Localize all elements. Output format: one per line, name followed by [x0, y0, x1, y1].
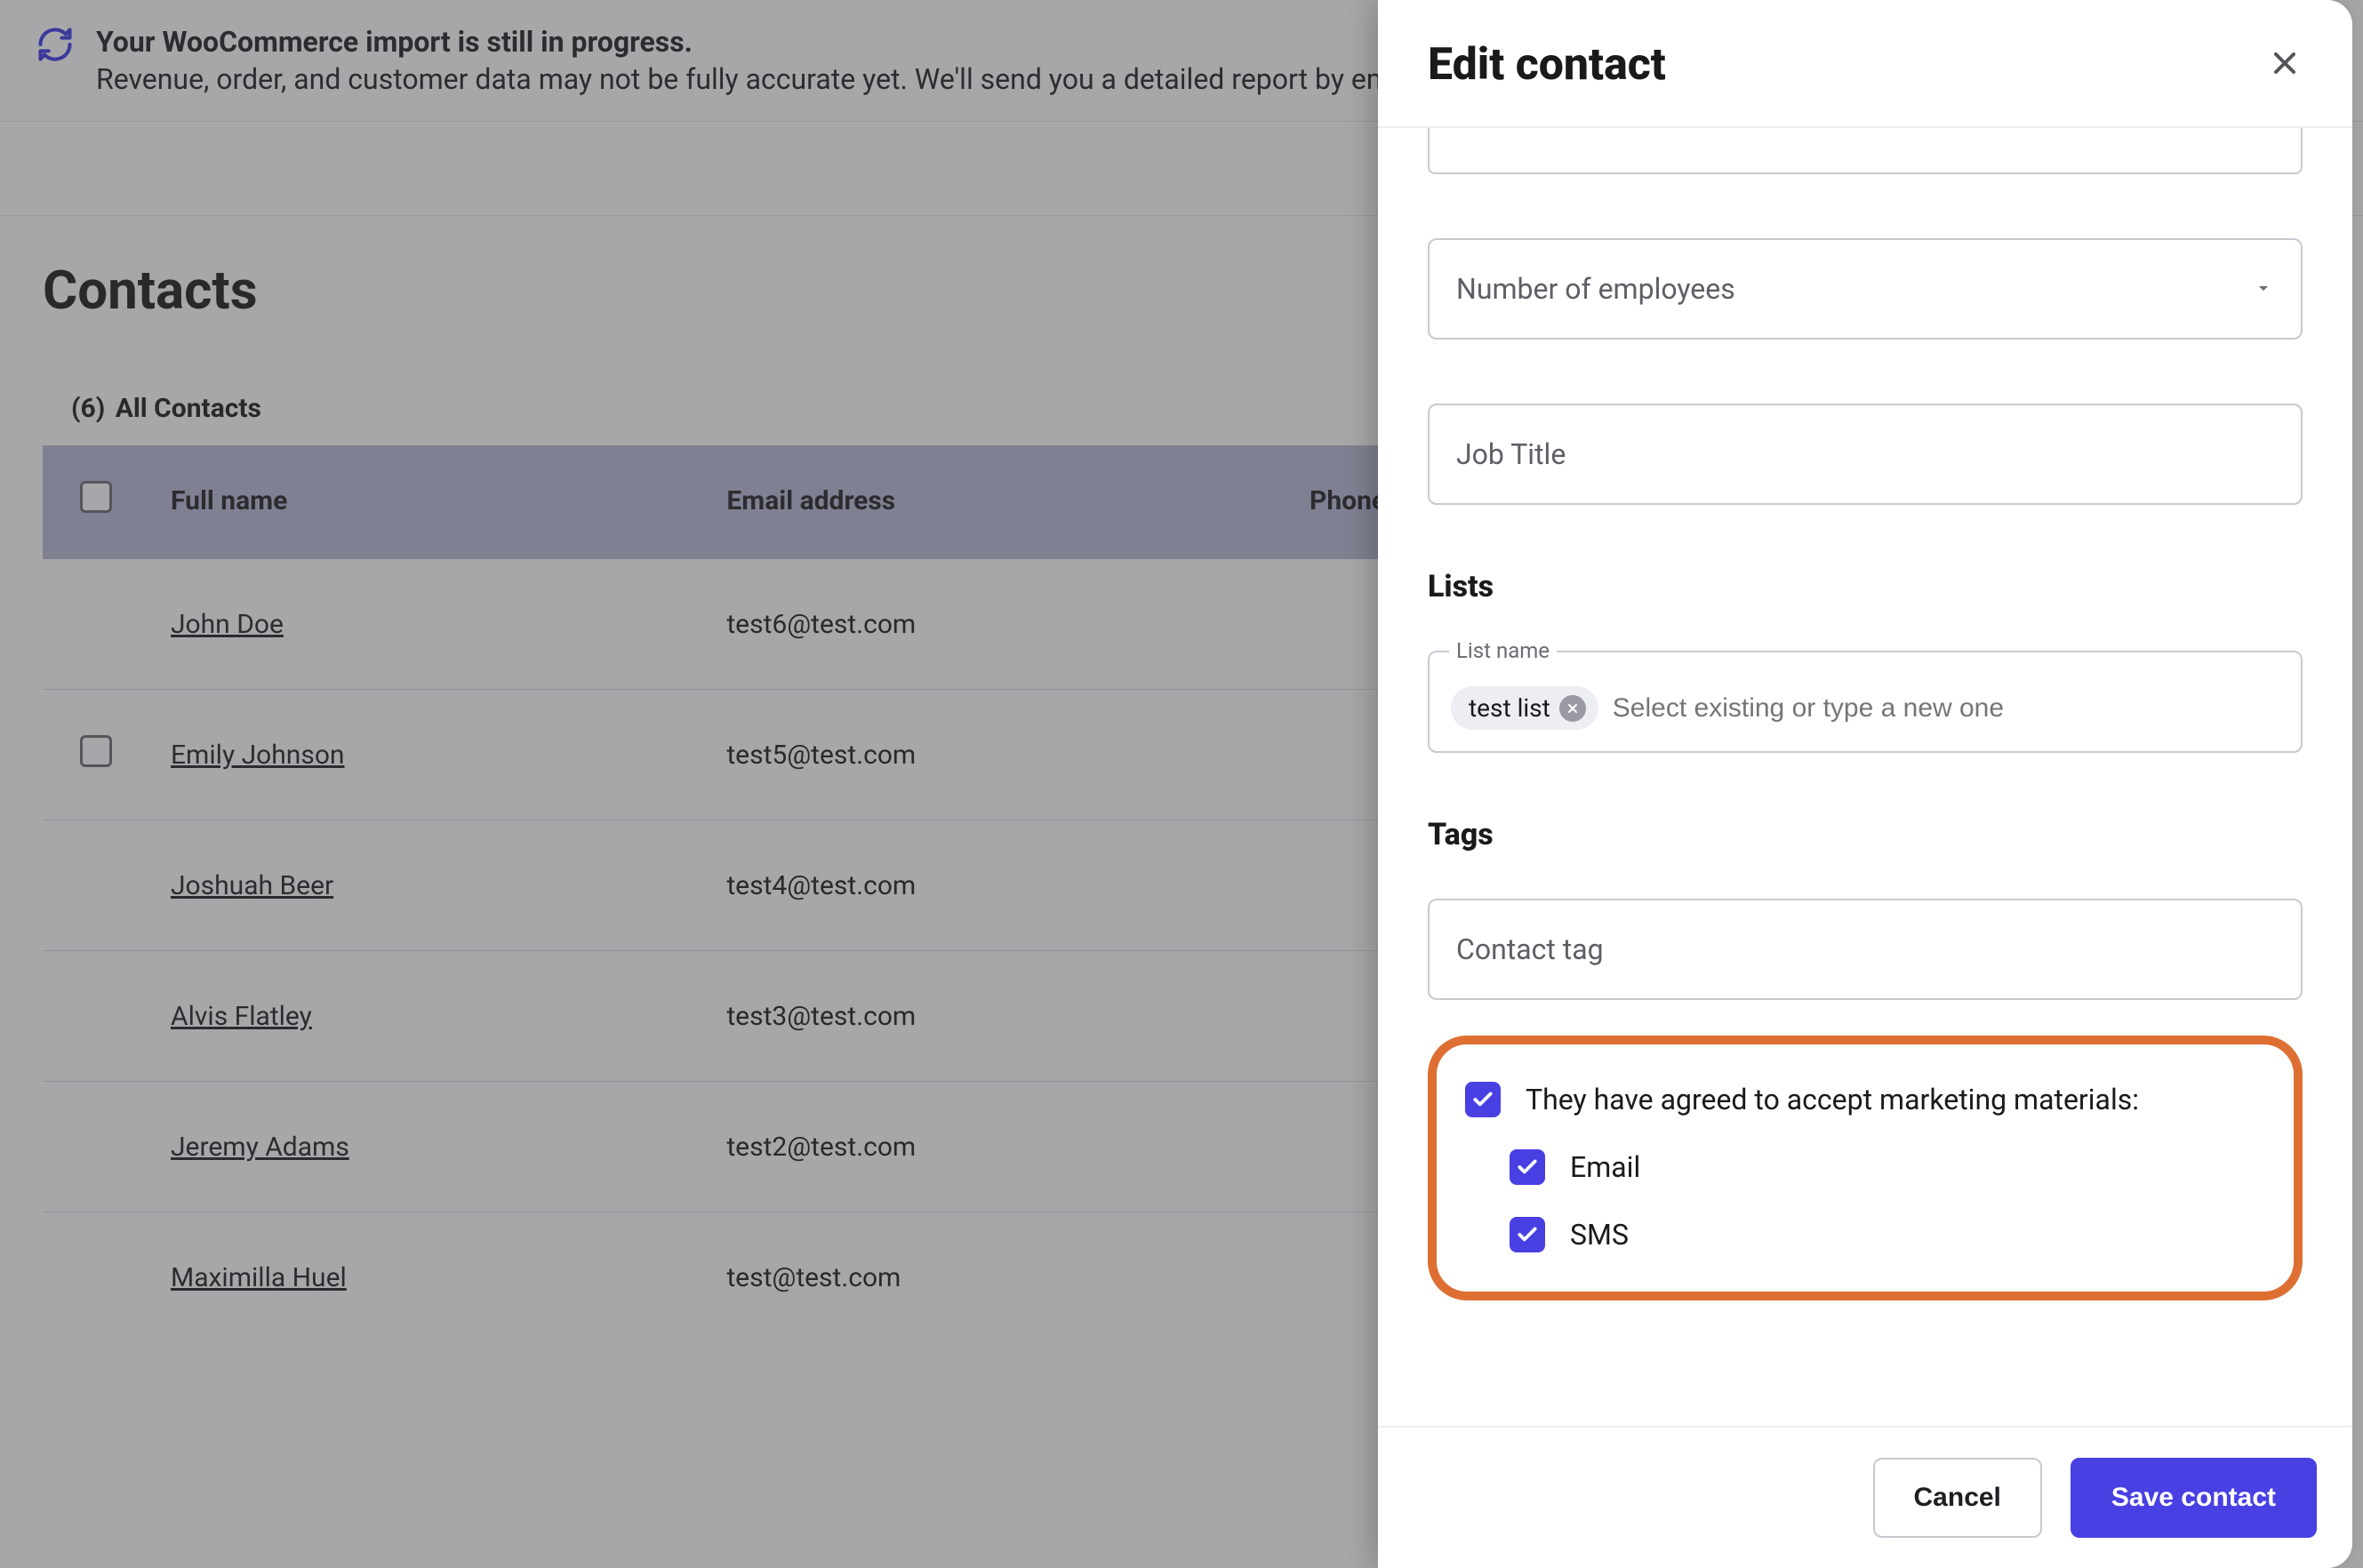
truncated-field[interactable]	[1428, 128, 2303, 174]
contact-name-link[interactable]: Emily Johnson	[171, 740, 345, 771]
notice-text: Revenue, order, and customer data may no…	[96, 62, 1406, 96]
contact-name-link[interactable]: John Doe	[171, 609, 284, 640]
employees-placeholder: Number of employees	[1456, 272, 1735, 306]
chip-remove-icon[interactable]	[1559, 695, 1586, 722]
consent-sms-label: SMS	[1570, 1218, 1629, 1252]
list-floating-label: List name	[1449, 638, 1557, 663]
select-all-checkbox[interactable]	[80, 481, 112, 513]
contact-tag-input[interactable]: Contact tag	[1428, 899, 2303, 1000]
cancel-button[interactable]: Cancel	[1873, 1458, 2042, 1538]
contact-email: test5@test.com	[705, 690, 1288, 820]
job-title-placeholder: Job Title	[1456, 437, 1566, 471]
contact-name-link[interactable]: Joshuah Beer	[171, 870, 333, 901]
notice-title: Your WooCommerce import is still in prog…	[96, 25, 1406, 59]
consent-checkbox[interactable]	[1465, 1082, 1501, 1117]
tags-section-label: Tags	[1428, 817, 2303, 852]
edit-contact-drawer: Edit contact Number of employees Job Tit…	[1378, 0, 2352, 1568]
contact-email: test@test.com	[705, 1212, 1288, 1343]
contact-email: test2@test.com	[705, 1082, 1288, 1212]
contact-name-link[interactable]: Maximilla Huel	[171, 1262, 347, 1293]
chevron-down-icon	[2253, 272, 2274, 306]
list-name-field[interactable]: List name test list	[1428, 651, 2303, 753]
consent-label: They have agreed to accept marketing mat…	[1526, 1083, 2139, 1116]
contact-email: test3@test.com	[705, 951, 1288, 1082]
lists-section-label: Lists	[1428, 569, 2303, 604]
save-button[interactable]: Save contact	[2071, 1458, 2317, 1538]
marketing-consent-box: They have agreed to accept marketing mat…	[1428, 1036, 2303, 1300]
contact-email: test4@test.com	[705, 820, 1288, 951]
col-email[interactable]: Email address	[705, 445, 1288, 557]
contact-name-link[interactable]: Alvis Flatley	[171, 1001, 312, 1032]
sync-icon	[36, 25, 75, 68]
contact-name-link[interactable]: Jeremy Adams	[171, 1132, 349, 1163]
list-chip[interactable]: test list	[1451, 686, 1598, 730]
contact-email: test6@test.com	[705, 557, 1288, 690]
row-checkbox[interactable]	[80, 735, 112, 767]
consent-sms-checkbox[interactable]	[1510, 1217, 1545, 1252]
list-input[interactable]	[1613, 693, 2279, 724]
employees-select[interactable]: Number of employees	[1428, 238, 2303, 340]
job-title-input[interactable]: Job Title	[1428, 404, 2303, 505]
close-button[interactable]	[2267, 45, 2303, 84]
consent-email-checkbox[interactable]	[1510, 1149, 1545, 1185]
drawer-title: Edit contact	[1428, 39, 1666, 91]
tab-all-contacts[interactable]: (6) All Contacts	[71, 393, 261, 424]
consent-email-label: Email	[1570, 1150, 1640, 1184]
tag-placeholder: Contact tag	[1456, 932, 1604, 966]
col-fullname[interactable]: Full name	[149, 445, 705, 557]
